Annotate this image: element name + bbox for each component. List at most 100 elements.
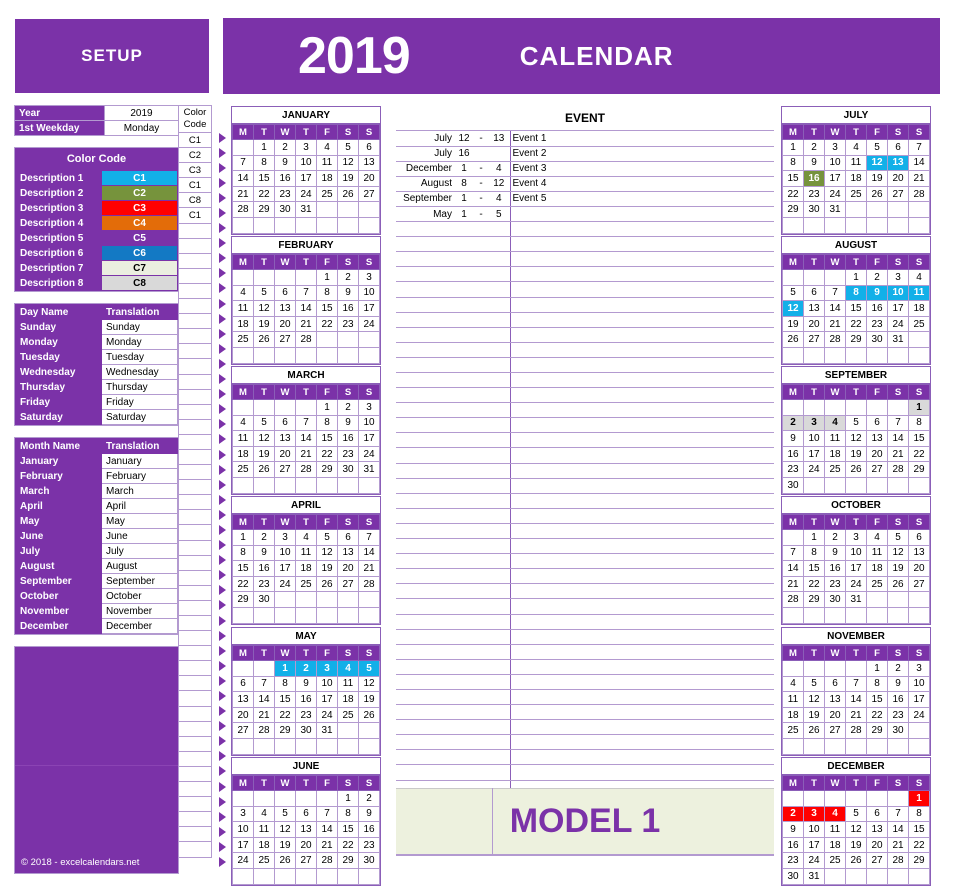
event-empty-cell[interactable] — [474, 266, 488, 283]
day-cell[interactable]: 21 — [295, 315, 317, 333]
day-cell[interactable]: 8 — [908, 805, 930, 823]
day-cell-empty[interactable] — [803, 269, 825, 286]
event-empty-cell[interactable] — [474, 251, 488, 268]
day-cell-empty[interactable] — [232, 346, 254, 364]
day-cell[interactable]: 18 — [232, 315, 254, 333]
day-cell[interactable]: 1 — [232, 529, 254, 546]
day-cell[interactable]: 30 — [782, 867, 804, 885]
day-cell[interactable]: 14 — [782, 560, 804, 577]
day-cell-empty[interactable] — [803, 216, 825, 234]
event-empty-cell[interactable] — [454, 583, 474, 600]
day-cell[interactable]: 28 — [887, 852, 909, 869]
day-cell[interactable]: 8 — [253, 154, 275, 172]
day-cell[interactable]: 23 — [253, 575, 275, 593]
day-cell[interactable]: 20 — [274, 315, 296, 333]
day-cell[interactable]: 20 — [887, 170, 909, 187]
event-color-code-cell[interactable] — [178, 842, 212, 858]
day-cell[interactable]: 2 — [866, 269, 888, 286]
day-cell-empty[interactable] — [908, 591, 930, 608]
setting-value[interactable]: Monday — [104, 120, 179, 136]
day-cell-empty[interactable] — [887, 201, 909, 218]
day-cell[interactable]: 3 — [295, 139, 317, 156]
day-cell-empty[interactable] — [295, 399, 317, 416]
day-cell[interactable]: 31 — [824, 201, 846, 218]
day-cell-empty[interactable] — [316, 591, 338, 608]
day-cell[interactable]: 26 — [253, 331, 275, 348]
triangle-right-icon[interactable] — [214, 598, 230, 613]
event-empty-cell[interactable] — [396, 614, 454, 630]
event-empty-cell[interactable] — [488, 553, 511, 570]
day-cell[interactable]: 25 — [824, 461, 846, 478]
day-cell[interactable]: 4 — [253, 805, 275, 823]
day-cell[interactable]: 27 — [887, 185, 909, 203]
triangle-right-icon[interactable] — [214, 190, 230, 205]
day-cell[interactable]: 9 — [782, 821, 804, 838]
event-color-code-cell[interactable] — [178, 359, 212, 375]
day-cell[interactable]: 15 — [316, 300, 338, 317]
day-cell[interactable]: 21 — [358, 560, 380, 577]
event-empty-cell[interactable] — [510, 493, 774, 509]
day-cell-empty[interactable] — [232, 476, 254, 494]
event-empty-cell[interactable] — [396, 538, 454, 555]
event-color-code-cell[interactable] — [178, 797, 212, 813]
day-cell[interactable]: 23 — [824, 575, 846, 593]
day-cell-empty[interactable] — [824, 346, 846, 364]
day-cell-empty[interactable] — [337, 201, 359, 218]
day-cell[interactable]: 5 — [253, 414, 275, 432]
event-empty-cell[interactable] — [488, 538, 511, 555]
event-color-code-cell[interactable] — [178, 555, 212, 571]
day-cell-empty[interactable] — [316, 790, 338, 807]
day-cell[interactable]: 3 — [232, 805, 254, 823]
event-empty-cell[interactable] — [396, 659, 454, 675]
event-empty-cell[interactable] — [488, 614, 511, 630]
day-cell[interactable]: 4 — [316, 139, 338, 156]
day-cell-empty[interactable] — [803, 476, 825, 494]
day-cell[interactable]: 15 — [803, 560, 825, 577]
day-cell[interactable]: 27 — [274, 461, 296, 478]
event-empty-cell[interactable] — [396, 598, 454, 615]
event-empty-cell[interactable] — [474, 402, 488, 419]
day-cell[interactable]: 31 — [358, 461, 380, 478]
day-cell-empty[interactable] — [295, 606, 317, 624]
day-cell[interactable]: 8 — [908, 414, 930, 432]
day-cell[interactable]: 22 — [908, 836, 930, 854]
event-empty-cell[interactable] — [474, 312, 488, 328]
event-empty-cell[interactable] — [488, 629, 511, 645]
day-cell[interactable]: 21 — [887, 445, 909, 463]
triangle-right-icon[interactable] — [214, 462, 230, 477]
day-cell[interactable]: 20 — [232, 706, 254, 724]
day-cell-empty[interactable] — [316, 867, 338, 885]
day-cell[interactable]: 8 — [803, 544, 825, 562]
day-cell-empty[interactable] — [824, 476, 846, 494]
day-cell[interactable]: 31 — [295, 201, 317, 218]
day-cell[interactable]: 9 — [803, 154, 825, 172]
day-cell[interactable]: 8 — [316, 284, 338, 302]
day-cell-empty[interactable] — [866, 476, 888, 494]
triangle-right-icon[interactable] — [214, 281, 230, 296]
day-cell[interactable]: 22 — [803, 575, 825, 593]
event-empty-cell[interactable] — [488, 221, 511, 238]
day-cell[interactable]: 23 — [782, 852, 804, 869]
day-cell[interactable]: 3 — [887, 269, 909, 286]
event-name[interactable]: Event 1 — [510, 131, 774, 147]
day-cell-empty[interactable] — [232, 867, 254, 885]
day-cell[interactable]: 4 — [824, 805, 846, 823]
event-color-code-cell[interactable] — [178, 540, 212, 556]
day-cell[interactable]: 6 — [274, 414, 296, 432]
triangle-right-icon[interactable] — [214, 311, 230, 326]
triangle-right-icon[interactable] — [214, 205, 230, 220]
day-cell[interactable]: 28 — [295, 331, 317, 348]
event-empty-cell[interactable] — [510, 221, 774, 238]
day-cell[interactable]: 14 — [295, 300, 317, 317]
day-cell-empty[interactable] — [803, 606, 825, 624]
day-cell-empty[interactable] — [908, 346, 930, 364]
event-name[interactable]: Event 2 — [510, 146, 774, 162]
day-cell[interactable]: 21 — [316, 836, 338, 854]
triangle-right-icon[interactable] — [214, 719, 230, 734]
day-cell[interactable]: 25 — [824, 852, 846, 869]
triangle-right-icon[interactable] — [214, 417, 230, 432]
day-cell[interactable]: 18 — [253, 836, 275, 854]
day-cell[interactable]: 16 — [358, 821, 380, 838]
day-cell[interactable]: 21 — [824, 315, 846, 333]
color-code-description[interactable]: Description 6 — [15, 245, 102, 261]
